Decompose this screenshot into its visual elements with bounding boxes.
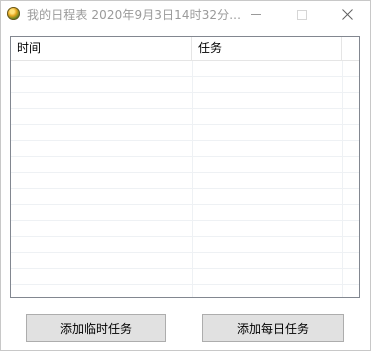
minimize-icon (251, 14, 261, 15)
app-window: 我的日程表 2020年9月3日14时32分... 时间 任务 添加临时任务 添加… (0, 0, 371, 351)
minimize-button[interactable] (233, 1, 279, 28)
title-bar[interactable]: 我的日程表 2020年9月3日14时32分... (1, 1, 370, 28)
add-temporary-task-button[interactable]: 添加临时任务 (26, 314, 166, 342)
schedule-list[interactable]: 时间 任务 (10, 36, 360, 298)
column-header-filler (342, 37, 359, 60)
list-body[interactable] (11, 61, 359, 297)
column-divider (192, 61, 193, 297)
close-button[interactable] (324, 1, 370, 28)
maximize-icon (297, 9, 307, 20)
maximize-button[interactable] (279, 1, 325, 28)
list-header: 时间 任务 (11, 37, 359, 61)
column-divider (342, 61, 343, 297)
window-title: 我的日程表 2020年9月3日14时32分... (27, 8, 242, 22)
close-icon (341, 9, 353, 20)
app-icon[interactable] (7, 7, 20, 20)
column-header-time[interactable]: 时间 (11, 37, 192, 60)
add-daily-task-button[interactable]: 添加每日任务 (202, 314, 344, 342)
column-header-task[interactable]: 任务 (192, 37, 342, 60)
